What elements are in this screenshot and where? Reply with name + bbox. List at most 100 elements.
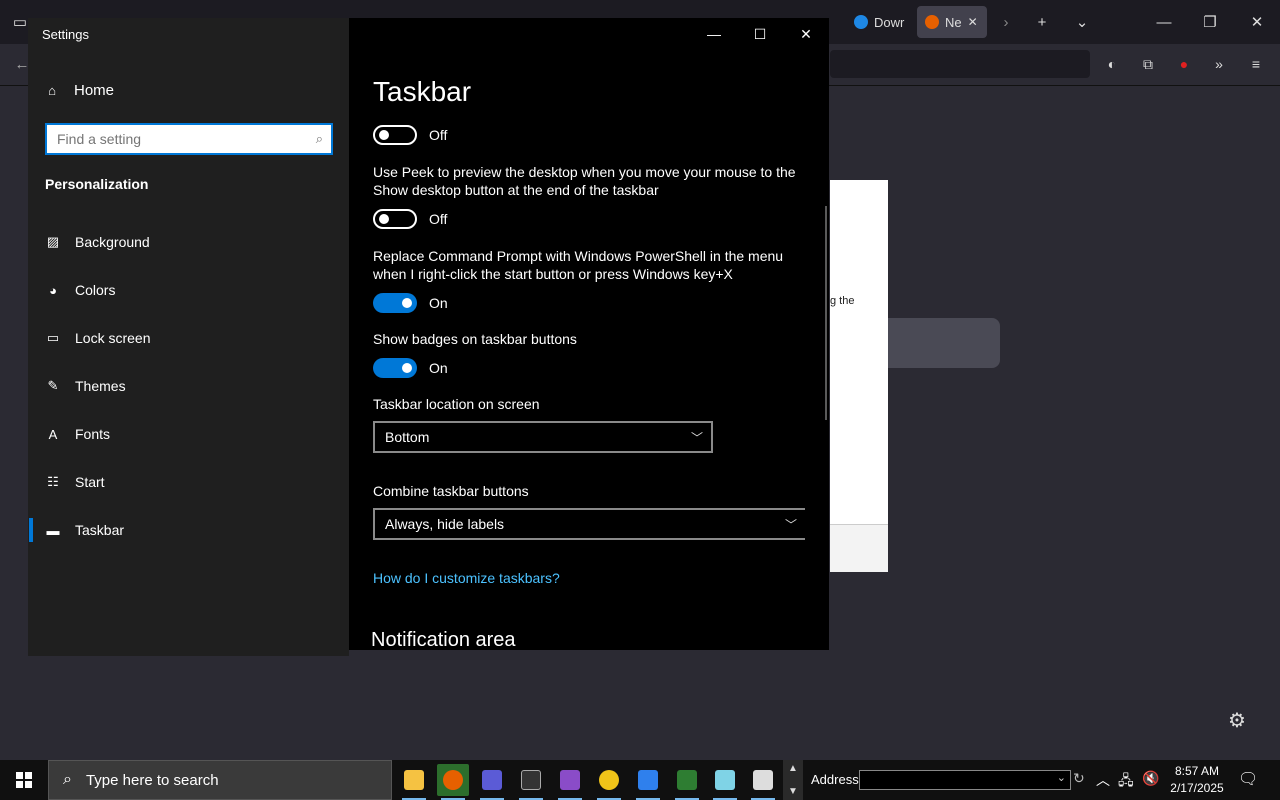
sidebar-item-taskbar[interactable]: ▬ Taskbar <box>45 522 125 538</box>
powershell-state: On <box>429 295 448 311</box>
sidebar-item-label: Colors <box>75 282 116 298</box>
taskbar: ⌕ Type here to search ▲ ▼ Address ⌄ ↻ ︿ … <box>0 760 1280 800</box>
toggle-state: Off <box>429 127 448 143</box>
page-title: Taskbar <box>373 76 472 107</box>
sidebar-item-label: Start <box>75 474 105 490</box>
sidebar-item-background[interactable]: ▨ Background <box>45 234 150 250</box>
image-icon: ▨ <box>46 234 60 249</box>
palette-icon: ◕ <box>49 282 57 298</box>
powershell-toggle[interactable] <box>373 293 417 313</box>
archive-icon[interactable] <box>554 764 586 800</box>
browser-tab-downloads[interactable]: Dowr <box>846 6 912 38</box>
selected-indicator <box>29 518 33 542</box>
chevron-down-icon[interactable]: ▼ <box>788 786 798 797</box>
powershell-description: Replace Command Prompt with Windows Powe… <box>373 248 784 282</box>
taskbar-scroll[interactable]: ▲ ▼ <box>783 760 803 800</box>
peek-toggle-row[interactable]: Off <box>373 209 447 229</box>
firefox-icon[interactable] <box>437 764 469 800</box>
settings-sidebar: Settings ⌂ Home ⌕ Personalization ▨ Back… <box>28 18 349 656</box>
peek-description: Use Peek to preview the desktop when you… <box>373 164 796 198</box>
search-icon: ⌕ <box>63 771 72 788</box>
start-button[interactable] <box>0 760 48 800</box>
windows-logo-icon <box>16 772 32 788</box>
notification-icon[interactable]: 🗨 <box>1238 769 1258 789</box>
scrollbar[interactable] <box>825 206 827 420</box>
settings-main-panel: — ☐ ✕ Taskbar Off Use Peek to preview th… <box>349 18 829 650</box>
sidebar-item-colors[interactable]: ◕ Colors <box>45 282 115 298</box>
background-text: g the <box>830 295 855 307</box>
start-icon: ☷ <box>47 474 59 489</box>
minimize-browser-icon[interactable]: — <box>1150 8 1178 36</box>
sidebar-item-start[interactable]: ☷ Start <box>45 474 105 490</box>
close-icon[interactable]: ✕ <box>783 18 829 50</box>
settings-window-title: Settings <box>42 27 89 42</box>
peek-toggle[interactable] <box>373 209 417 229</box>
app-b-icon[interactable] <box>476 764 508 800</box>
download-icon[interactable] <box>747 764 779 800</box>
new-tab-icon[interactable]: + <box>1028 8 1056 36</box>
toggle-switch[interactable] <box>373 125 417 145</box>
powershell-toggle-row[interactable]: On <box>373 293 448 313</box>
minimize-icon[interactable]: — <box>691 18 737 50</box>
lock-screen-icon: ▭ <box>46 330 60 345</box>
sidebar-item-themes[interactable]: ✎ Themes <box>45 378 126 394</box>
toggle-row-top[interactable]: Off <box>373 125 447 145</box>
taskbar-search[interactable]: ⌕ Type here to search <box>48 760 392 800</box>
volume-muted-icon[interactable]: 🔇 <box>1142 770 1159 787</box>
location-dropdown[interactable]: Bottom ﹀ <box>373 421 713 453</box>
settings-search-box[interactable]: ⌕ <box>45 123 333 155</box>
combine-label: Combine taskbar buttons <box>373 483 529 499</box>
background-dialog <box>830 180 888 572</box>
help-link[interactable]: How do I customize taskbars? <box>373 570 560 586</box>
chevron-up-icon[interactable]: ▲ <box>788 763 798 774</box>
firefox-favicon-icon <box>925 15 939 29</box>
clock-date: 2/17/2025 <box>1170 781 1224 795</box>
sidebar-item-label: Fonts <box>75 426 111 442</box>
refresh-icon[interactable]: ↻ <box>1073 770 1085 787</box>
settings-search-input[interactable] <box>57 131 297 147</box>
browser-tab-active[interactable]: Ne ✕ <box>917 6 987 38</box>
close-browser-icon[interactable]: ✕ <box>1243 8 1271 36</box>
clock[interactable]: 8:57 AM 2/17/2025 <box>1162 763 1232 797</box>
search-icon[interactable]: ⌕ <box>316 131 323 147</box>
font-icon: A <box>48 426 58 442</box>
taskbar-icon: ▬ <box>46 522 60 538</box>
menu-hamburger-icon[interactable]: ≡ <box>1245 53 1267 75</box>
tab-scroll-right-icon[interactable]: › <box>992 8 1020 36</box>
extensions-puzzle-icon[interactable]: ⧉ <box>1137 53 1159 75</box>
terminal-icon[interactable] <box>515 764 547 800</box>
url-bar[interactable] <box>830 50 1090 78</box>
restore-browser-icon[interactable]: ❐ <box>1196 8 1224 36</box>
chevron-down-icon[interactable]: ⌄ <box>1057 771 1066 784</box>
gear-icon[interactable]: ⚙ <box>1228 708 1246 733</box>
app-grid-icon[interactable] <box>671 764 703 800</box>
app-notepad-icon[interactable] <box>709 764 741 800</box>
ublock-icon[interactable]: ● <box>1173 53 1195 75</box>
tab-dropdown-icon[interactable]: ⌄ <box>1068 8 1096 36</box>
badges-toggle[interactable] <box>373 358 417 378</box>
app-smile-icon[interactable] <box>593 764 625 800</box>
sidebar-item-label: Themes <box>75 378 126 394</box>
file-explorer-icon[interactable] <box>398 764 430 800</box>
badges-description: Show badges on taskbar buttons <box>373 331 577 347</box>
app-bird-icon[interactable] <box>632 764 664 800</box>
sidebar-item-lock-screen[interactable]: ▭ Lock screen <box>45 330 151 346</box>
sidebar-item-label: Background <box>75 234 150 250</box>
home-nav-item[interactable]: ⌂ Home <box>44 82 114 99</box>
section-label: Personalization <box>45 176 149 192</box>
extension-circle-icon[interactable]: ◐ <box>1101 53 1123 75</box>
location-value: Bottom <box>385 429 430 445</box>
maximize-icon[interactable]: ☐ <box>737 18 783 50</box>
network-icon[interactable]: 🖧 <box>1118 770 1134 794</box>
address-input[interactable]: ⌄ <box>859 770 1071 790</box>
chevron-down-icon: ﹀ <box>784 518 797 532</box>
sidebar-item-fonts[interactable]: A Fonts <box>45 426 110 442</box>
overflow-chevron-icon[interactable]: » <box>1208 53 1230 75</box>
browser-tab-label: Dowr <box>874 14 905 30</box>
peek-state: Off <box>429 211 448 227</box>
downloads-favicon-icon <box>854 15 868 29</box>
close-tab-icon[interactable]: ✕ <box>968 15 978 29</box>
badges-toggle-row[interactable]: On <box>373 358 448 378</box>
combine-dropdown[interactable]: Always, hide labels ﹀ <box>373 508 805 540</box>
tray-chevron-icon[interactable]: ︿ <box>1096 770 1110 790</box>
